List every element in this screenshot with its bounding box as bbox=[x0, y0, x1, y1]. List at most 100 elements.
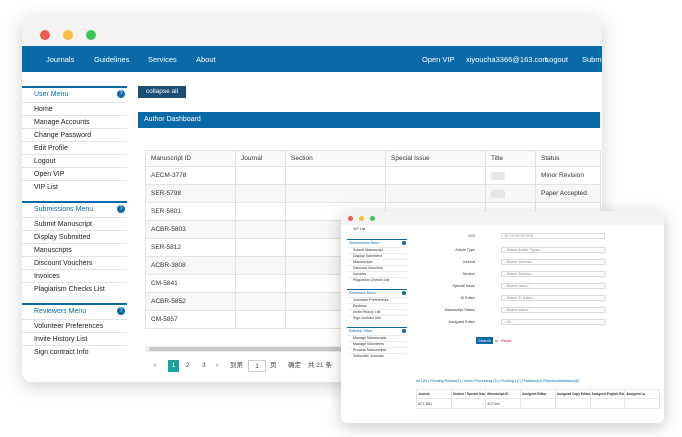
status-filter-tabs[interactable]: All (16) | Pending Review(1) | Under Pro… bbox=[416, 379, 579, 383]
minimize-window-button[interactable] bbox=[63, 30, 73, 40]
menu-item-logout[interactable]: Logout bbox=[22, 154, 127, 167]
assigned-editor-select[interactable]: --All-- bbox=[501, 319, 605, 325]
menu-item-plagiarism-checks[interactable]: Plagiarism Checks List bbox=[22, 282, 127, 295]
nav-guidelines[interactable]: Guidelines bbox=[94, 55, 129, 64]
col-title[interactable]: Title bbox=[485, 150, 536, 167]
page-3-button[interactable]: 3 bbox=[202, 360, 206, 372]
manuscript-id[interactable]: CM-5841 bbox=[145, 274, 236, 293]
col-section[interactable]: Section bbox=[285, 150, 386, 167]
menu-item-discount-vouchers[interactable]: Discount Vouchers bbox=[22, 256, 127, 269]
search-button[interactable]: Search bbox=[476, 337, 493, 344]
field-label: Manuscript Status bbox=[444, 308, 475, 312]
maximize-window-button[interactable] bbox=[86, 30, 96, 40]
help-icon[interactable]: ? bbox=[117, 307, 125, 315]
col-manuscript-id[interactable]: Manuscript ID bbox=[485, 389, 522, 399]
minimize-window-button[interactable] bbox=[359, 216, 364, 221]
menu-item-open-vip[interactable]: Open VIP bbox=[22, 167, 127, 180]
col-journal[interactable]: Journal bbox=[416, 389, 452, 399]
col-special-issue[interactable]: Special Issue bbox=[385, 150, 486, 167]
manuscript-id[interactable]: CM-5857 bbox=[145, 310, 236, 329]
menu-item[interactable]: Plagiarism Checks List bbox=[347, 277, 407, 283]
next-page-button[interactable]: › bbox=[216, 360, 218, 372]
nav-submit[interactable]: Submit bbox=[582, 55, 602, 64]
menu-item-manage-accounts[interactable]: Manage Accounts bbox=[22, 115, 127, 128]
reviewers-menu-header[interactable]: Reviewers Menu bbox=[347, 290, 407, 297]
manuscript-id[interactable]: ACBR-3808 bbox=[145, 256, 236, 275]
si-editor-select[interactable]: --Select SI Editor-- bbox=[501, 295, 605, 301]
col-assigned-copy-editor[interactable]: Assigned Copy Editor bbox=[554, 389, 591, 399]
page-1-button[interactable]: 1 bbox=[168, 360, 179, 372]
manuscript-id[interactable]: ACBR-5852 bbox=[145, 292, 236, 311]
help-icon[interactable]: ? bbox=[117, 205, 125, 213]
submissions-menu-header[interactable]: Submissions Menu bbox=[347, 240, 407, 247]
dashboard-header: Author Dashboard bbox=[138, 112, 600, 128]
menu-item-home[interactable]: Home bbox=[22, 102, 127, 115]
collapse-all-button[interactable]: collapse all bbox=[138, 86, 186, 98]
reviewers-menu-header[interactable]: Reviewers Menu ? bbox=[22, 305, 127, 319]
manuscript-status-select[interactable]: --Select status-- bbox=[501, 307, 605, 313]
manuscript-id[interactable]: SER-5801 bbox=[145, 202, 236, 221]
menu-item[interactable]: Sign contract Info bbox=[347, 315, 407, 321]
help-icon[interactable] bbox=[402, 329, 406, 333]
menu-item-manuscripts[interactable]: Manuscripts bbox=[22, 243, 127, 256]
menu-item-submit-manuscript[interactable]: Submit Manuscript bbox=[22, 217, 127, 230]
manuscript-id[interactable]: AECM-3778 bbox=[145, 166, 236, 185]
menu-item[interactable]: Subscribe Journals bbox=[347, 353, 407, 359]
col-section-special-issue[interactable]: Section / Special Issue bbox=[450, 389, 487, 399]
manuscript-id[interactable]: ACBR-5803 bbox=[145, 220, 236, 239]
article-type-select[interactable]: --Select Article Types-- bbox=[501, 247, 605, 253]
editorial-office-menu-header[interactable]: Editorial Office bbox=[347, 328, 407, 335]
nav-journals[interactable]: Journals bbox=[46, 55, 74, 64]
help-icon[interactable] bbox=[402, 241, 406, 245]
table-row[interactable]: AECM-3778 Minor Revision bbox=[145, 166, 601, 185]
nav-open-vip[interactable]: Open VIP bbox=[422, 55, 455, 64]
doi-input[interactable]: 10.XXXX/XXXXX bbox=[501, 233, 605, 239]
close-window-button[interactable] bbox=[348, 216, 353, 221]
menu-title: Submissions Menu bbox=[34, 206, 94, 213]
menu-item-edit-profile[interactable]: Edit Profile bbox=[22, 141, 127, 154]
editorial-table: Journal Section / Special Issue Manuscri… bbox=[416, 389, 660, 409]
col-assigned-editor[interactable]: Assigned Editor bbox=[520, 389, 556, 399]
manuscript-id-cell[interactable]: ACT info bbox=[485, 398, 522, 409]
help-icon[interactable]: ? bbox=[117, 90, 125, 98]
reset-link[interactable]: Reset bbox=[501, 338, 511, 343]
maximize-window-button[interactable] bbox=[370, 216, 375, 221]
menu-item-invoices[interactable]: Invoices bbox=[22, 269, 127, 282]
section-select[interactable]: --Select Section-- bbox=[501, 271, 605, 277]
menu-title: Reviewers Menu bbox=[349, 291, 376, 295]
confirm-page-button[interactable]: 确定 bbox=[288, 360, 301, 372]
menu-item-volunteer-preferences[interactable]: Volunteer Preferences bbox=[22, 319, 127, 332]
table-row[interactable]: ACT-3811 ACT info bbox=[416, 398, 660, 409]
submissions-menu-header[interactable]: Submissions Menu ? bbox=[22, 203, 127, 217]
menu-item-invite-history[interactable]: Invite History List bbox=[22, 332, 127, 345]
page-number-input[interactable]: 1 bbox=[248, 360, 266, 372]
table-row[interactable]: SER-5798 Paper Accepted bbox=[145, 184, 601, 203]
close-window-button[interactable] bbox=[40, 30, 50, 40]
menu-item-vip-list[interactable]: VIP List bbox=[347, 227, 407, 233]
col-assigned-la[interactable]: Assigned La bbox=[624, 389, 660, 399]
menu-item-vip-list[interactable]: VIP List bbox=[22, 180, 127, 193]
page-2-button[interactable]: 2 bbox=[186, 360, 190, 372]
special-issue-select[interactable]: --Select Issue-- bbox=[501, 283, 605, 289]
nav-user-email[interactable]: xiyoucha3366@163.com bbox=[466, 55, 549, 64]
user-menu-header[interactable]: User Menu ? bbox=[22, 88, 127, 102]
total-count: 共 21 条 bbox=[308, 362, 332, 369]
help-icon[interactable] bbox=[402, 291, 406, 295]
nav-about[interactable]: About bbox=[196, 55, 216, 64]
manuscript-id[interactable]: SER-5812 bbox=[145, 238, 236, 257]
prev-page-button[interactable]: ‹ bbox=[154, 360, 156, 372]
reviewers-menu: Reviewers Menu ? Volunteer Preferences I… bbox=[22, 303, 127, 358]
menu-item-change-password[interactable]: Change Password bbox=[22, 128, 127, 141]
nav-logout[interactable]: Logout bbox=[545, 55, 568, 64]
menu-item-display-submitted[interactable]: Display Submitted bbox=[22, 230, 127, 243]
menu-item-sign-contract[interactable]: Sign contract Info bbox=[22, 345, 127, 358]
col-journal[interactable]: Journal bbox=[235, 150, 286, 167]
col-status[interactable]: Status bbox=[535, 150, 601, 167]
col-manuscript-id[interactable]: Manuscript ID bbox=[145, 150, 236, 167]
journal-select[interactable]: --Select Journal-- bbox=[501, 259, 605, 265]
col-assigned-english-editor[interactable]: Assigned English Editor bbox=[589, 389, 626, 399]
manuscript-id[interactable]: SER-5798 bbox=[145, 184, 236, 203]
nav-services[interactable]: Services bbox=[148, 55, 177, 64]
top-navigation-bar: Journals Guidelines Services About Open … bbox=[22, 46, 602, 72]
menu-title: User Menu bbox=[34, 91, 69, 98]
